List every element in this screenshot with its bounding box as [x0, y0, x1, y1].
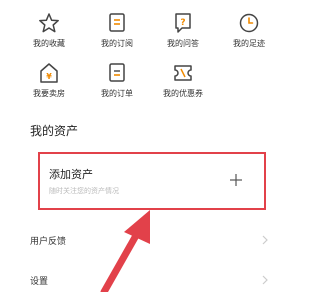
quick-link-label: 我的问答 [167, 39, 199, 48]
quick-link-label: 我的收藏 [33, 39, 65, 48]
quick-link-favorites[interactable]: 我的收藏 [18, 12, 80, 56]
coupon-icon [174, 65, 192, 81]
add-asset-card[interactable]: 添加资产 随时关注您的资产情况 [38, 152, 266, 210]
svg-text:?: ? [180, 18, 185, 28]
chevron-right-icon [262, 275, 268, 285]
quick-link-history[interactable]: 我的足迹 [218, 12, 280, 56]
menu-item-feedback[interactable]: 用户反馈 [0, 226, 281, 256]
quick-link-sell-house[interactable]: ¥ 我要卖房 [18, 62, 80, 106]
sell-house-icon: ¥ [40, 63, 58, 83]
quick-link-label: 我的订单 [101, 89, 133, 98]
quick-link-qa[interactable]: ? 我的问答 [152, 12, 214, 56]
quick-link-coupons[interactable]: 我的优惠券 [152, 62, 214, 106]
subscription-icon [109, 13, 125, 32]
quick-links-grid: 我的收藏 我的订阅 ? 我的问答 我的足迹 ¥ 我要卖房 我的订单 我的优惠券 [0, 0, 281, 110]
quick-link-label: 我的优惠券 [163, 89, 203, 98]
quick-link-label: 我要卖房 [33, 89, 65, 98]
quick-link-label: 我的订阅 [101, 39, 133, 48]
chevron-right-icon [262, 235, 268, 245]
add-asset-subtitle: 随时关注您的资产情况 [49, 187, 119, 195]
order-icon [109, 63, 125, 82]
quick-link-label: 我的足迹 [233, 39, 265, 48]
menu-item-label: 设置 [30, 277, 49, 287]
question-icon: ? [175, 13, 191, 33]
clock-icon [239, 13, 259, 33]
menu-item-settings[interactable]: 设置 [0, 266, 281, 292]
star-icon [39, 13, 59, 33]
svg-text:¥: ¥ [46, 72, 52, 81]
add-asset-title: 添加资产 [49, 168, 93, 181]
plus-icon[interactable] [224, 168, 248, 192]
menu-item-label: 用户反馈 [30, 237, 67, 247]
assets-section-title: 我的资产 [30, 124, 79, 138]
quick-link-orders[interactable]: 我的订单 [86, 62, 148, 106]
quick-link-subscriptions[interactable]: 我的订阅 [86, 12, 148, 56]
